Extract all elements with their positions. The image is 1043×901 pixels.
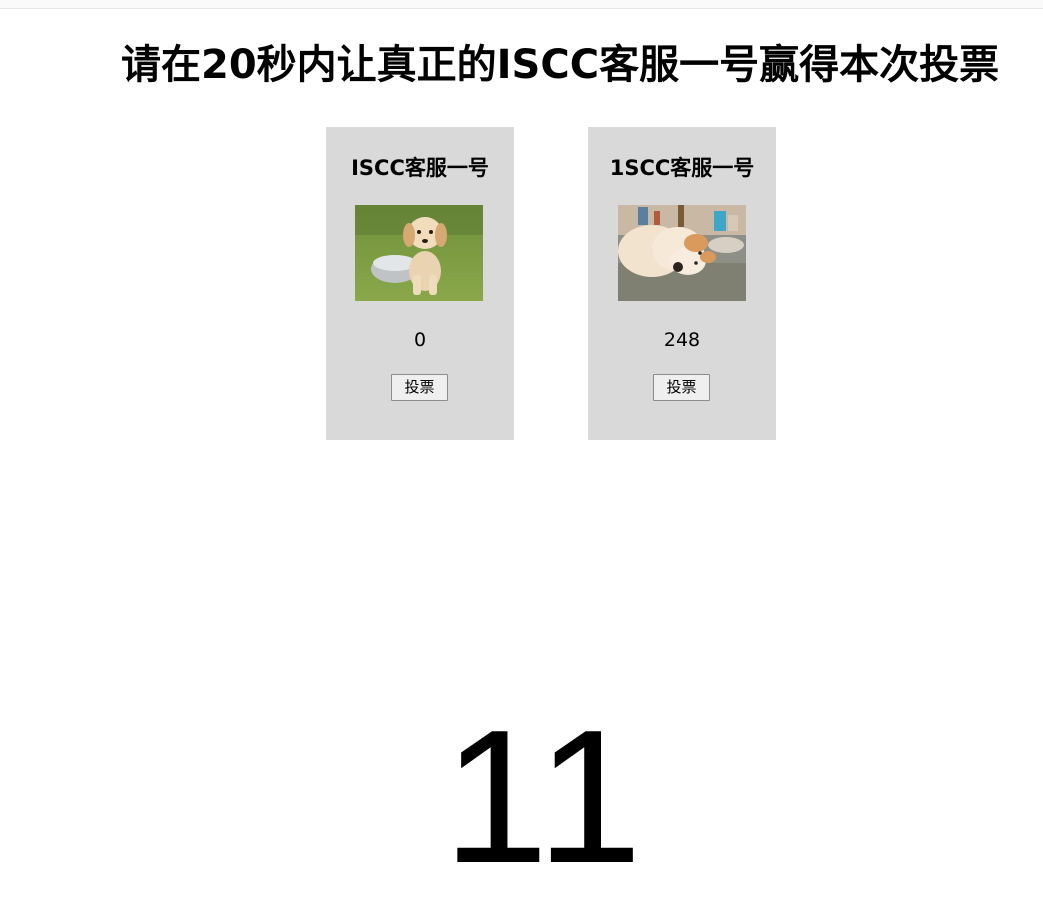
candidate-card-2: 1SCC客服一号 248 投票 [588, 127, 776, 440]
candidate-name: ISCC客服一号 [351, 156, 489, 180]
countdown-timer: 11 [442, 691, 645, 901]
vote-count: 248 [663, 329, 701, 351]
vote-button[interactable]: 投票 [391, 374, 448, 401]
candidate-card-1: ISCC客服一号 0 投票 [326, 127, 514, 440]
vote-button[interactable]: 投票 [653, 374, 710, 401]
page-title: 请在20秒内让真正的ISCC客服一号赢得本次投票 [121, 42, 1000, 88]
browser-top-edge [0, 0, 1043, 9]
candidate-name: 1SCC客服一号 [609, 156, 755, 180]
vote-count: 0 [413, 329, 427, 351]
golden-retriever-puppy-photo [355, 205, 483, 301]
shiba-inu-lying-photo [618, 205, 746, 301]
